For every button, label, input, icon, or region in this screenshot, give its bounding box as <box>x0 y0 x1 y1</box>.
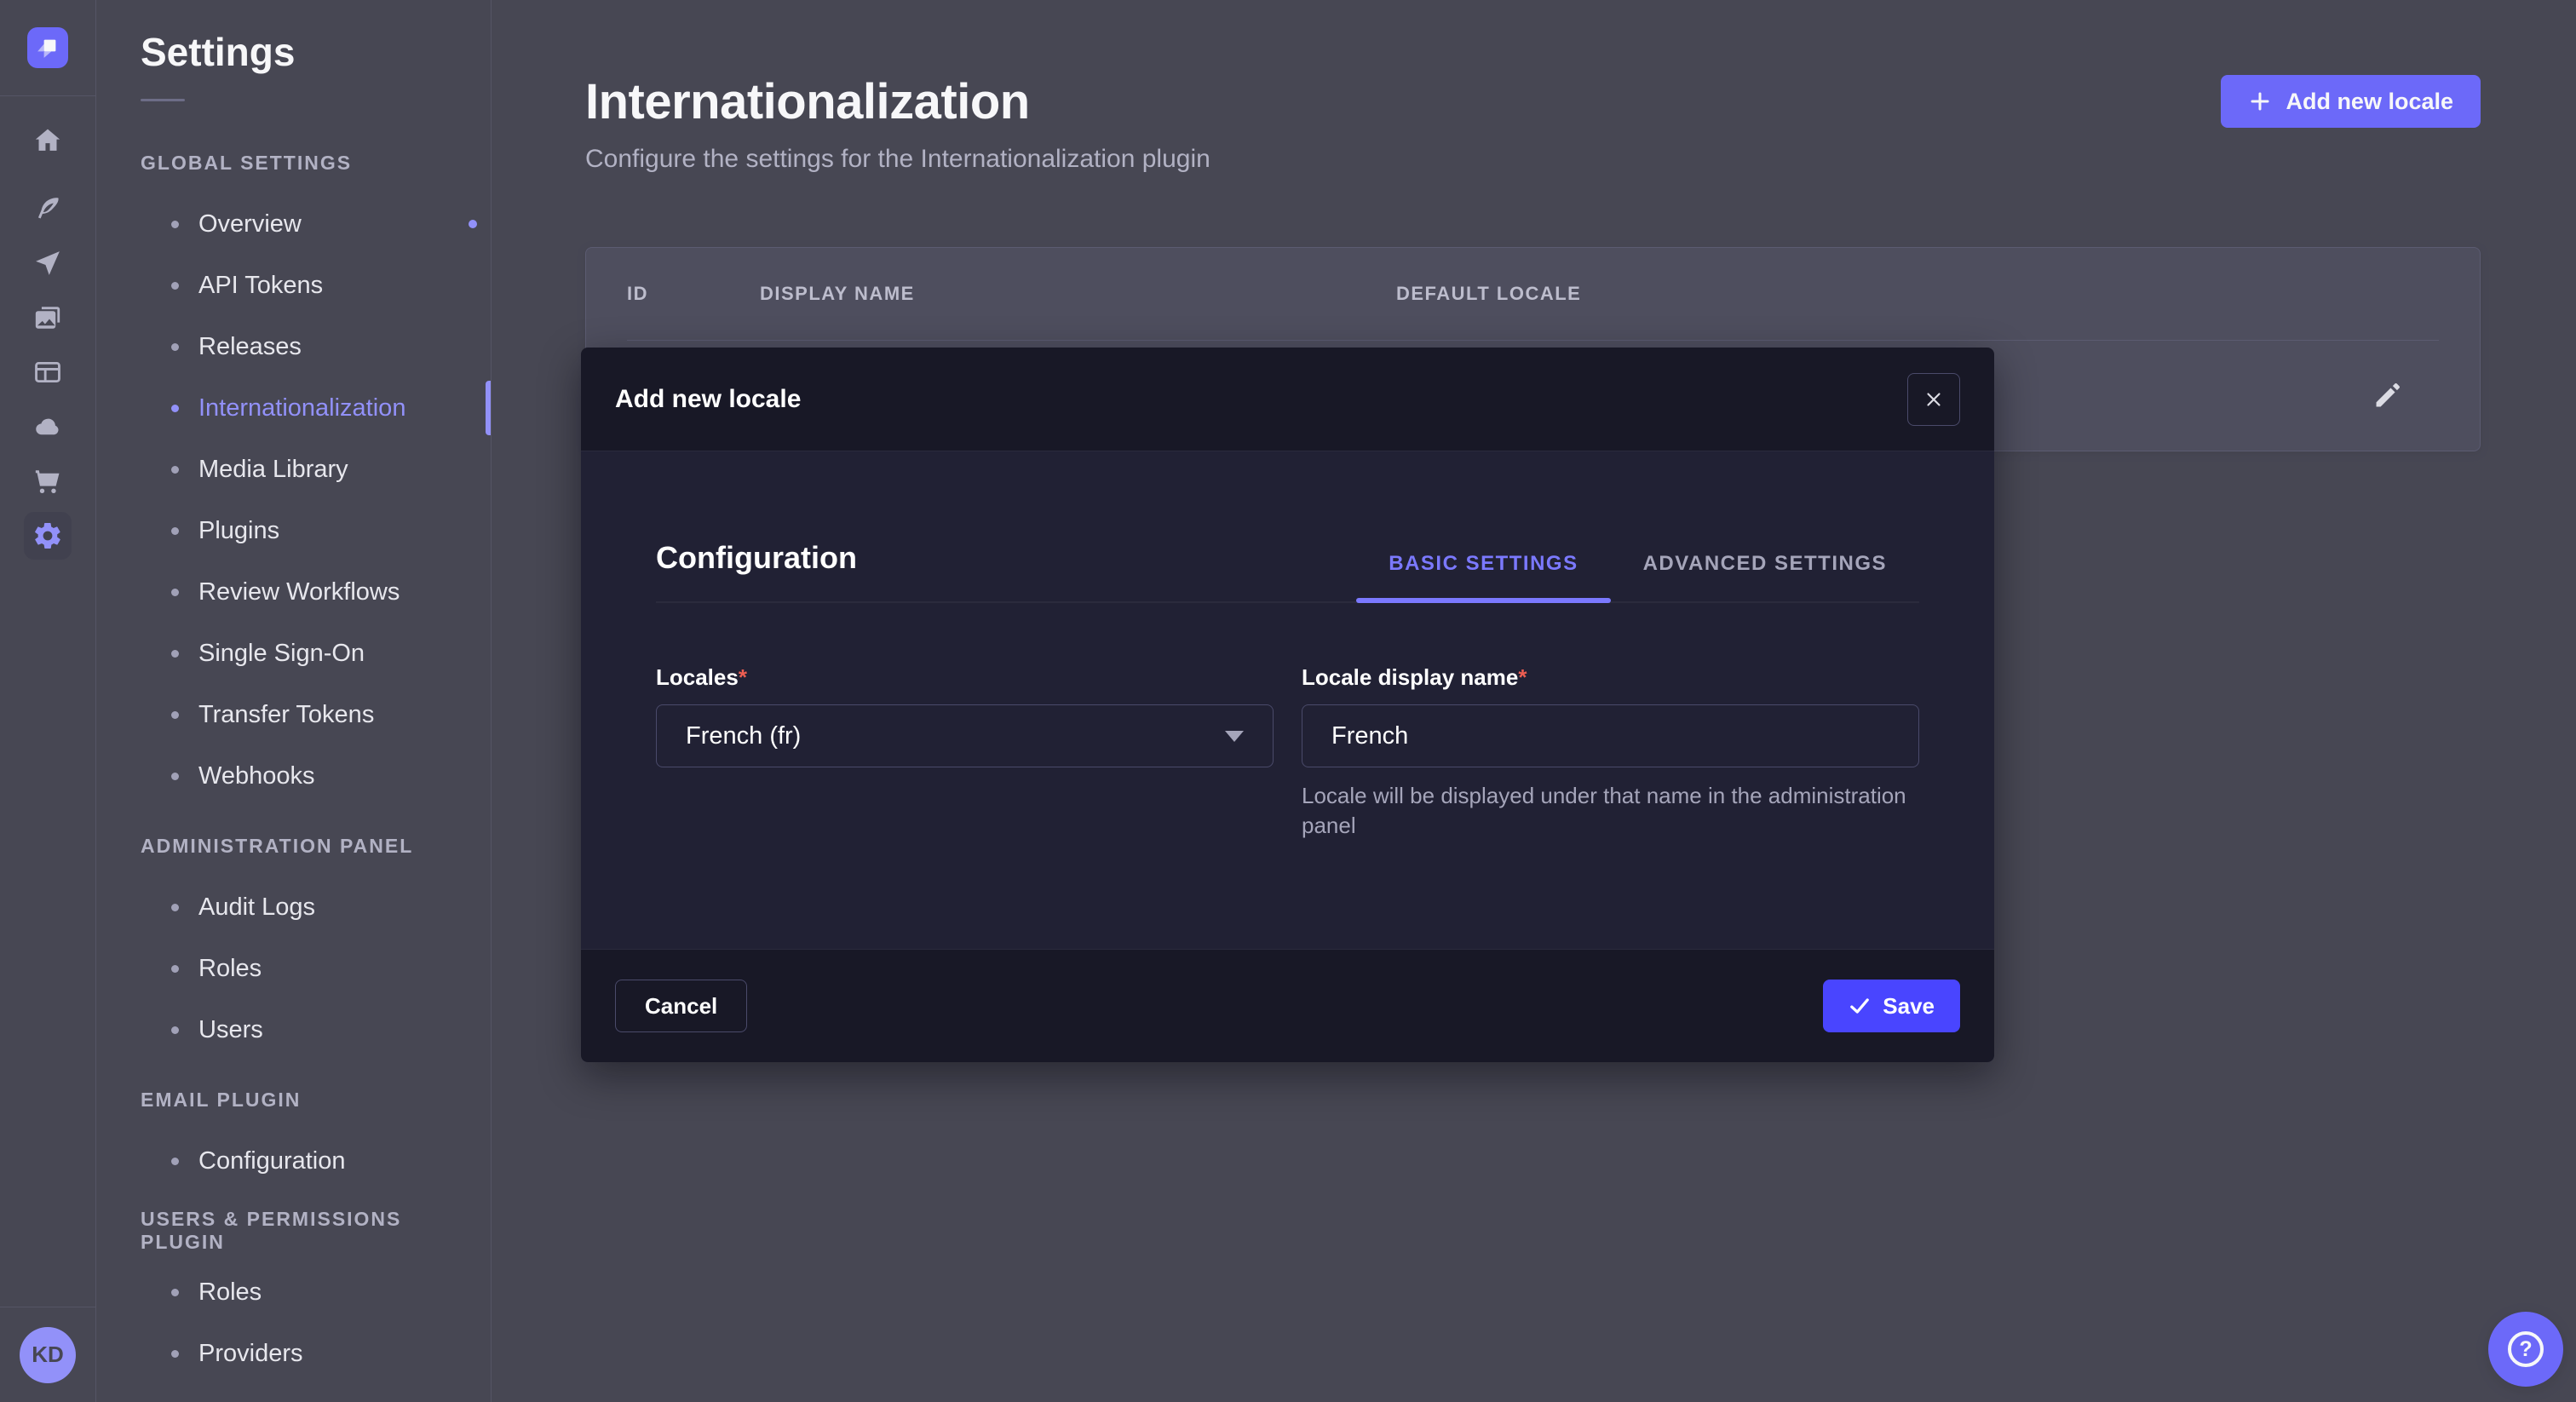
display-name-field: Locale display name* Locale will be disp… <box>1302 664 1919 841</box>
required-asterisk: * <box>1518 664 1527 690</box>
modal-header: Add new locale <box>581 348 1994 451</box>
close-modal-button[interactable] <box>1907 373 1960 426</box>
modal-footer: Cancel Save <box>581 949 1994 1062</box>
configuration-header-row: Configuration BASIC SETTINGS ADVANCED SE… <box>656 540 1919 603</box>
settings-tabs: BASIC SETTINGS ADVANCED SETTINGS <box>1356 552 1919 601</box>
app-root: KD Settings GLOBAL SETTINGS Overview API… <box>0 0 2576 1402</box>
display-name-label: Locale display name* <box>1302 664 1919 691</box>
modal-body: Configuration BASIC SETTINGS ADVANCED SE… <box>581 451 1994 949</box>
close-icon <box>1923 388 1945 411</box>
display-name-helper-text: Locale will be displayed under that name… <box>1302 781 1919 841</box>
save-button[interactable]: Save <box>1823 980 1960 1032</box>
save-button-label: Save <box>1883 993 1935 1020</box>
required-asterisk: * <box>739 664 747 690</box>
locale-display-name-input[interactable] <box>1302 704 1919 767</box>
modal-title: Add new locale <box>615 385 801 414</box>
configuration-title: Configuration <box>656 540 857 601</box>
tab-basic-settings[interactable]: BASIC SETTINGS <box>1356 552 1610 601</box>
locales-label-text: Locales <box>656 664 739 690</box>
cancel-button[interactable]: Cancel <box>615 980 747 1032</box>
add-locale-modal: Add new locale Configuration BASIC SETTI… <box>581 348 1994 1062</box>
locales-label: Locales* <box>656 664 1274 691</box>
form-fields-row: Locales* French (fr) Locale display name… <box>656 664 1919 841</box>
chevron-down-icon <box>1225 731 1244 742</box>
tab-advanced-settings[interactable]: ADVANCED SETTINGS <box>1611 552 1919 601</box>
display-name-label-text: Locale display name <box>1302 664 1518 690</box>
check-icon <box>1849 995 1871 1017</box>
locales-field: Locales* French (fr) <box>656 664 1274 841</box>
locales-select-value: French (fr) <box>686 722 801 750</box>
locales-select[interactable]: French (fr) <box>656 704 1274 767</box>
